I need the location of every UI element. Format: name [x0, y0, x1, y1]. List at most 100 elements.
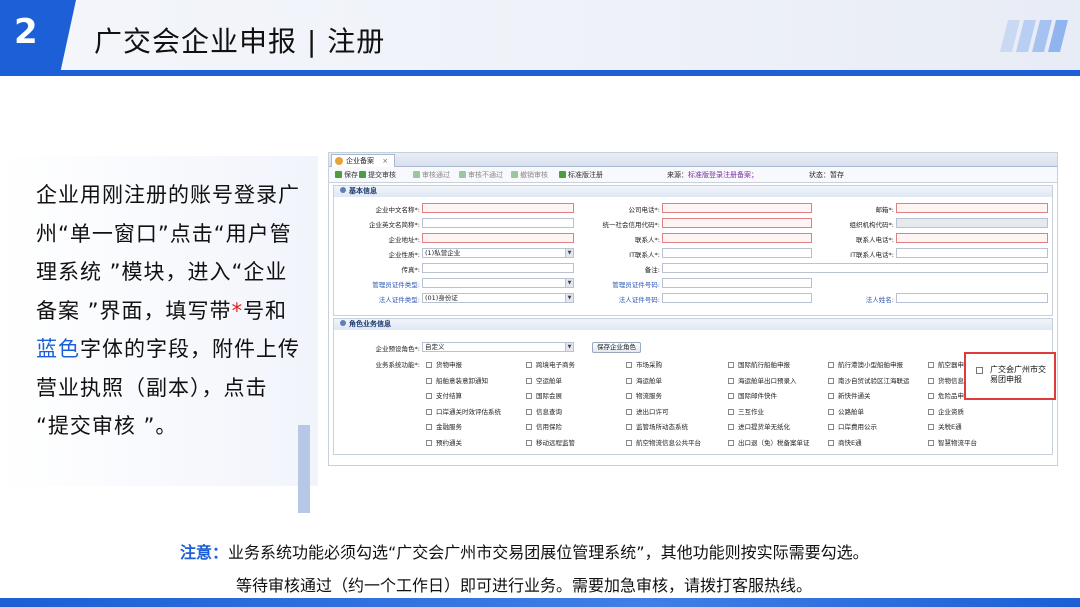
function-checkbox[interactable]: 南沙自贸试验区江海联运: [828, 375, 910, 385]
function-checkbox[interactable]: 航空器申: [928, 359, 964, 369]
function-checkbox[interactable]: 关税E通: [928, 421, 962, 431]
submit-label: 提交审核: [368, 171, 396, 179]
function-checkbox[interactable]: 信用保险: [526, 421, 562, 431]
remark-label: 备注:: [644, 266, 660, 274]
submit-review-button[interactable]: 提交审核: [359, 170, 396, 180]
function-checkbox[interactable]: 出口退（免）税备案单证: [728, 437, 810, 447]
highlighted-function-checkbox[interactable]: 广交会广州市交易团申报: [964, 352, 1056, 400]
function-checkbox[interactable]: 新快件通关: [828, 390, 871, 400]
function-checkbox[interactable]: 信息查询: [526, 406, 562, 416]
save-button[interactable]: 保存: [335, 170, 358, 180]
function-checkbox[interactable]: 口岸费用公示: [828, 421, 877, 431]
function-checkbox[interactable]: 金融服务: [426, 421, 462, 431]
function-checkbox[interactable]: 口岸通关时效评估系统: [426, 406, 501, 416]
function-checkbox[interactable]: 货物申报: [426, 359, 462, 369]
checkbox-icon: [728, 377, 734, 384]
checkbox-icon: [626, 439, 632, 446]
contact-phone-input[interactable]: [896, 233, 1048, 243]
save-role-button[interactable]: 保存企业角色: [592, 342, 641, 353]
legal-doc-no-input[interactable]: [662, 293, 812, 303]
role-business-section: 角色业务信息 企业预设角色*: 自定义 ▼ 保存企业角色 业务系统功能*: 货物申…: [333, 318, 1053, 455]
function-checkbox[interactable]: 国际航行船舶申报: [728, 359, 790, 369]
function-checkbox[interactable]: 航行港澳小型船舶申报: [828, 359, 903, 369]
function-label: 船舶意装意卸通知: [436, 376, 488, 385]
checkbox-icon: [928, 408, 934, 415]
function-checkbox[interactable]: 公路舱单: [828, 406, 864, 416]
remark-input[interactable]: [662, 263, 1048, 273]
function-checkbox[interactable]: 监管场所动态系统: [626, 421, 688, 431]
reject-label: 审核不通过: [468, 171, 503, 179]
admin-doc-no-input[interactable]: [662, 278, 812, 288]
function-checkbox[interactable]: 海运舱单出口预录入: [728, 375, 797, 385]
nature-select[interactable]: (1)私营企业 ▼: [422, 248, 574, 258]
function-checkbox[interactable]: 国际邮件快件: [728, 390, 777, 400]
function-checkbox[interactable]: 空运舱单: [526, 375, 562, 385]
source-link[interactable]: 标准版登录注册备案；: [688, 171, 758, 179]
function-checkbox[interactable]: 智慧物流平台: [928, 437, 977, 447]
role-business-header[interactable]: 角色业务信息: [334, 319, 1052, 330]
tab-enterprise-registration[interactable]: 企业备案 ×: [331, 154, 396, 167]
function-checkbox[interactable]: 进口提货单无纸化: [728, 421, 790, 431]
function-checkbox[interactable]: 预约通关: [426, 437, 462, 447]
function-checkbox[interactable]: 支付结算: [426, 390, 462, 400]
function-checkbox[interactable]: 企业资质: [928, 406, 964, 416]
function-checkbox[interactable]: 三互作业: [728, 406, 764, 416]
function-label: 进出口许可: [636, 407, 669, 416]
function-label: 海运舱单出口预录入: [738, 376, 797, 385]
legal-name-label: 法人姓名:: [865, 296, 894, 304]
function-checkbox[interactable]: 商快E通: [828, 437, 862, 447]
function-label: 国际航行船舶申报: [738, 361, 790, 369]
function-checkbox[interactable]: 货物信息: [928, 375, 964, 385]
preset-role-value: 自定义: [425, 343, 445, 351]
function-checkbox[interactable]: 国际会展: [526, 390, 562, 400]
checkbox-icon: [928, 393, 934, 399]
basic-info-header[interactable]: 基本信息: [334, 186, 1052, 197]
email-input[interactable]: [896, 203, 1048, 213]
admin-doc-type-select[interactable]: ▼: [422, 278, 574, 288]
preset-role-select[interactable]: 自定义 ▼: [422, 342, 574, 352]
revoke-icon: [511, 171, 518, 178]
phone-label: 公司电话*:: [628, 206, 660, 214]
function-checkbox[interactable]: 物流服务: [626, 390, 662, 400]
contact-input[interactable]: [662, 233, 812, 243]
approve-button[interactable]: 审核通过: [413, 170, 450, 180]
function-checkbox[interactable]: 市场采购: [626, 359, 662, 369]
chevron-down-icon: ▼: [565, 294, 573, 302]
email-label: 邮箱*:: [875, 206, 894, 214]
address-input[interactable]: [422, 233, 574, 243]
reject-button[interactable]: 审核不通过: [459, 170, 503, 180]
contact-phone-label: 联系人电话*:: [856, 236, 894, 244]
credit-code-input[interactable]: [662, 218, 812, 228]
role-business-form: 企业预设角色*: 自定义 ▼ 保存企业角色 业务系统功能*: 货物申报 跨境电子商务…: [334, 330, 1052, 454]
function-label: 支付结算: [436, 392, 462, 400]
std-register-button[interactable]: 标准版注册: [559, 170, 603, 180]
checkbox-icon: [928, 424, 934, 430]
function-checkbox[interactable]: 进出口许可: [626, 406, 669, 416]
it-contact-input[interactable]: [662, 248, 812, 258]
en-name-label: 企业英文名简称*:: [369, 221, 420, 229]
org-code-input[interactable]: [896, 218, 1048, 228]
cn-name-input[interactable]: [422, 203, 574, 213]
fax-input[interactable]: [422, 263, 574, 273]
legal-name-input[interactable]: [896, 293, 1048, 303]
function-label: 商快E通: [838, 438, 862, 447]
revoke-button[interactable]: 撤销审核: [511, 170, 548, 180]
tab-close-icon[interactable]: ×: [382, 157, 388, 165]
it-contact-phone-input[interactable]: [896, 248, 1048, 258]
legal-doc-type-value: (01)身份证: [425, 294, 458, 302]
function-checkbox[interactable]: 航空物流信息公共平台: [626, 437, 701, 447]
function-checkbox[interactable]: 船舶意装意卸通知: [426, 375, 488, 385]
function-label: 关税E通: [938, 423, 962, 431]
phone-input[interactable]: [662, 203, 812, 213]
function-checkbox[interactable]: 跨境电子商务: [526, 359, 575, 369]
function-checkbox[interactable]: 移动远程监管: [526, 437, 575, 447]
checkbox-icon: [928, 362, 934, 368]
function-label: 信息查询: [536, 407, 562, 416]
function-label: 货物信息: [938, 376, 964, 385]
function-label: 国际邮件快件: [738, 392, 777, 400]
checkbox-icon: [626, 362, 632, 368]
legal-doc-type-select[interactable]: (01)身份证 ▼: [422, 293, 574, 303]
source-label: 来源：: [667, 171, 688, 179]
en-name-input[interactable]: [422, 218, 574, 228]
function-checkbox[interactable]: 海运舱单: [626, 375, 662, 385]
